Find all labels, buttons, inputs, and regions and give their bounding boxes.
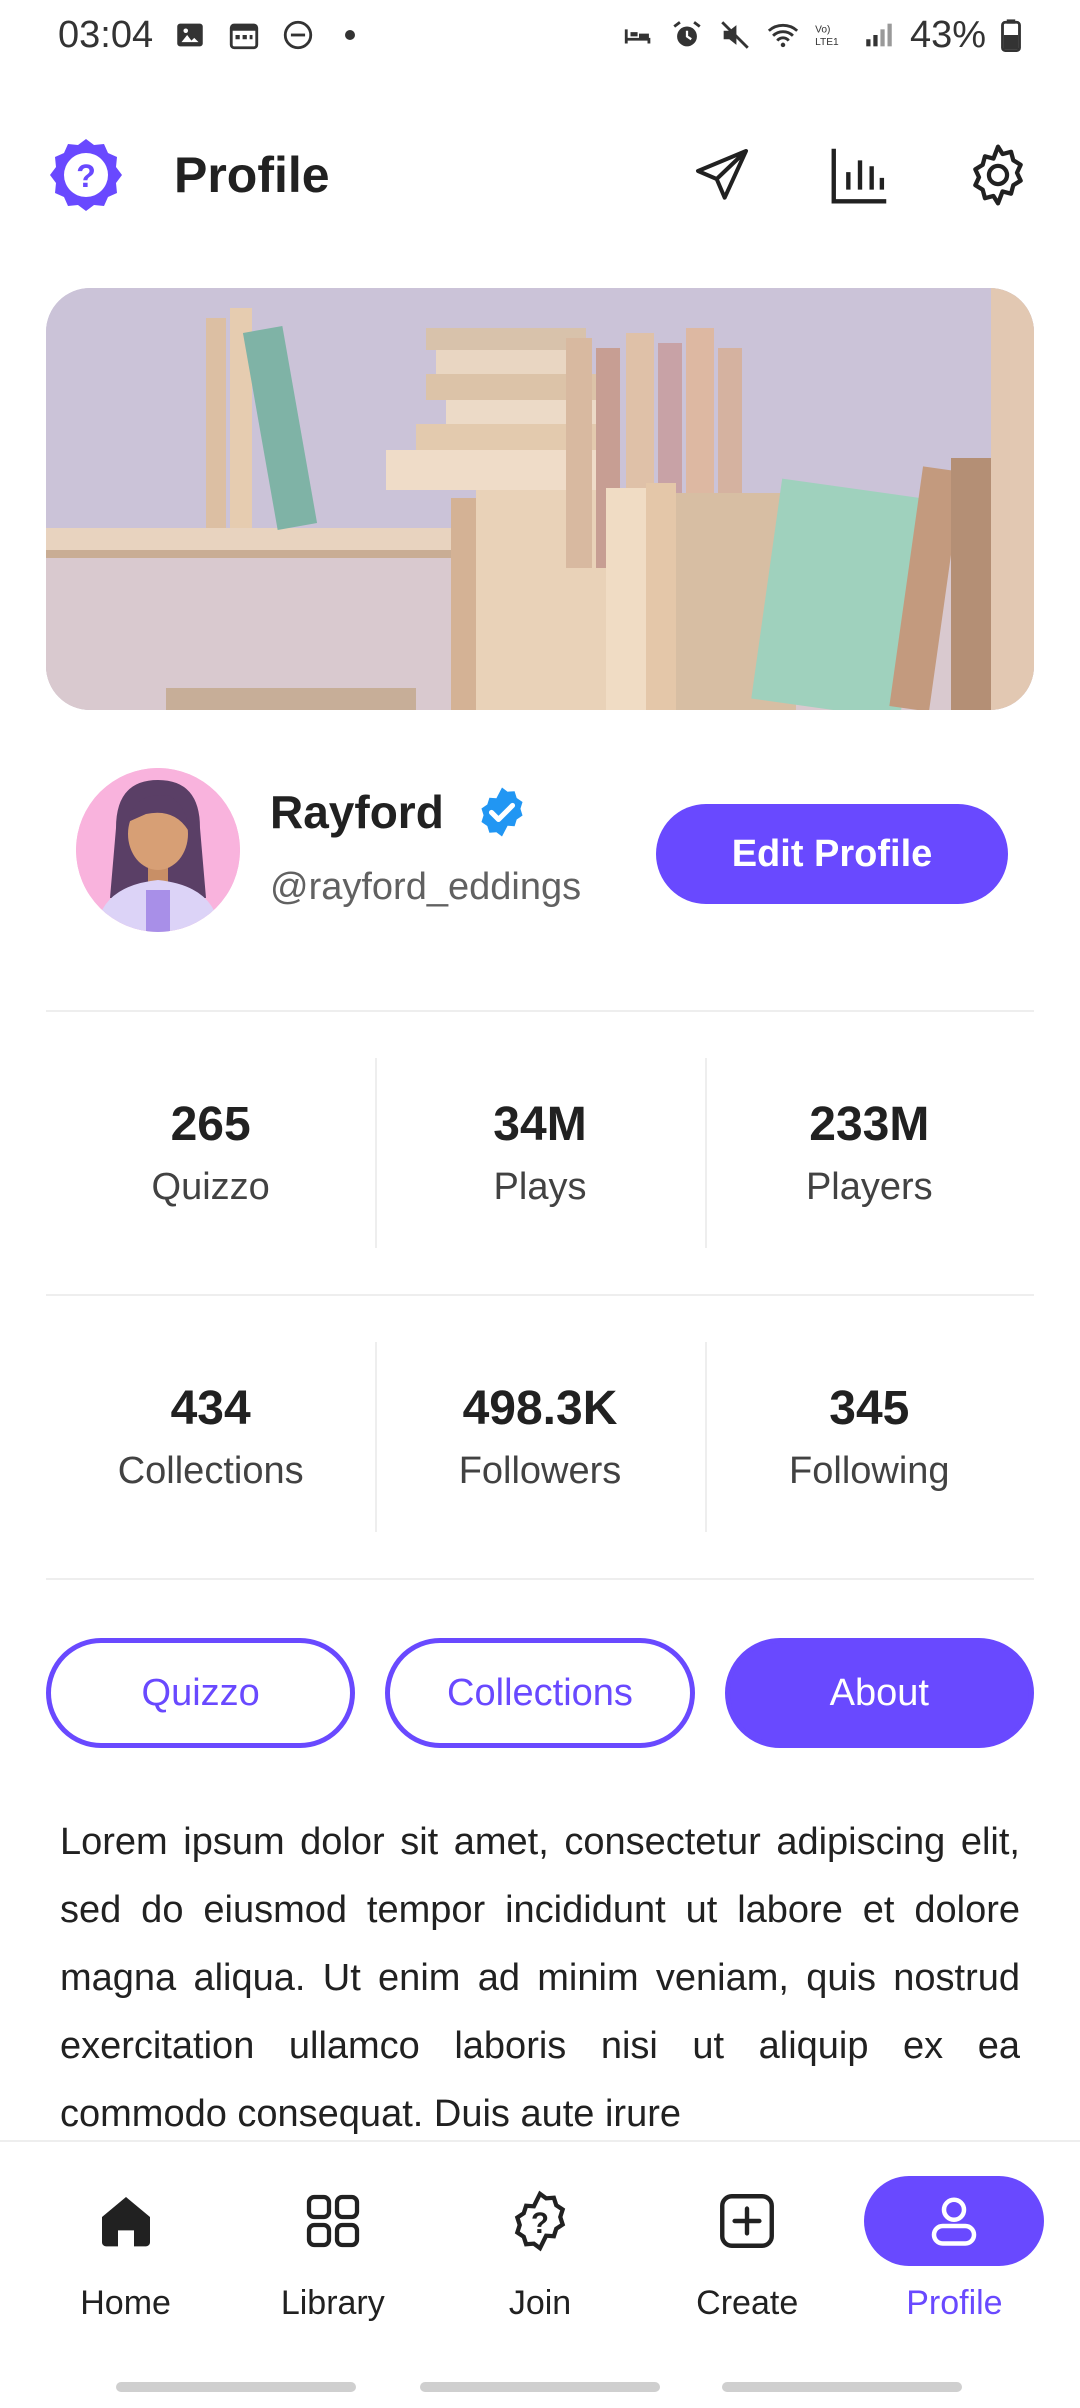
dnd-icon bbox=[283, 20, 313, 50]
edit-profile-button[interactable]: Edit Profile bbox=[656, 804, 1008, 904]
divider bbox=[46, 1578, 1034, 1580]
username: @rayford_eddings bbox=[270, 866, 582, 908]
stat-value: 434 bbox=[170, 1382, 251, 1435]
home-icon bbox=[101, 2197, 150, 2247]
calendar-notification-icon bbox=[229, 23, 259, 50]
stat-label: Followers bbox=[458, 1450, 622, 1492]
stat-value: 233M bbox=[809, 1098, 930, 1151]
profile-screen: 03:04 Vo) LTE1 43% ? Profile Rayford @ra… bbox=[0, 0, 1080, 2408]
stat-followers[interactable]: 498.3K Followers bbox=[375, 1324, 704, 1550]
nav-create[interactable]: Create bbox=[644, 2176, 851, 2340]
stat-label: Players bbox=[805, 1166, 933, 1208]
tab-collections[interactable]: Collections bbox=[385, 1638, 695, 1748]
mute-icon bbox=[721, 21, 749, 49]
nav-home[interactable]: Home bbox=[22, 2176, 229, 2340]
about-text: Lorem ipsum dolor sit amet, consectetur … bbox=[60, 1821, 1020, 2135]
quiz-badge-icon: ? bbox=[514, 2190, 566, 2252]
send-button[interactable] bbox=[686, 139, 758, 211]
profile-info: Rayford @rayford_eddings Edit Profile bbox=[0, 760, 1080, 940]
stat-label: Following bbox=[789, 1450, 950, 1492]
user-icon bbox=[932, 2197, 977, 2246]
more-notifications-dot bbox=[345, 30, 356, 40]
signal-icon bbox=[866, 23, 892, 47]
stats-row-primary: 265 Quizzo 34M Plays 233M Players bbox=[46, 1040, 1034, 1266]
app-logo-icon: ? bbox=[50, 139, 122, 211]
stat-value: 498.3K bbox=[462, 1382, 618, 1435]
stat-value: 345 bbox=[829, 1382, 910, 1435]
nav-label: Create bbox=[696, 2284, 799, 2322]
tab-quizzo[interactable]: Quizzo bbox=[46, 1638, 356, 1748]
image-notification-icon bbox=[177, 23, 203, 47]
stat-value: 34M bbox=[493, 1098, 587, 1151]
stat-label: Plays bbox=[493, 1166, 587, 1208]
battery-percent: 43% bbox=[909, 13, 986, 56]
settings-button[interactable] bbox=[962, 139, 1034, 211]
app-header: ? Profile bbox=[0, 120, 1080, 230]
stat-players[interactable]: 233M Players bbox=[704, 1040, 1034, 1266]
plus-square-icon bbox=[720, 2194, 775, 2248]
alarm-icon bbox=[673, 21, 701, 47]
status-time: 03:04 bbox=[58, 13, 154, 56]
send-icon bbox=[696, 149, 748, 200]
stat-value: 265 bbox=[170, 1098, 251, 1151]
svg-text:Vo): Vo) bbox=[815, 25, 830, 36]
nav-label: Profile bbox=[906, 2284, 1003, 2322]
stat-collections[interactable]: 434 Collections bbox=[46, 1324, 375, 1550]
stat-label: Quizzo bbox=[151, 1166, 270, 1208]
divider bbox=[46, 1294, 1034, 1296]
page-title: Profile bbox=[174, 147, 330, 203]
avatar-illustration bbox=[76, 768, 240, 932]
divider bbox=[46, 1010, 1034, 1012]
svg-text:?: ? bbox=[531, 2207, 549, 2240]
nav-label: Library bbox=[280, 2284, 385, 2322]
profile-tabs: Quizzo Collections About bbox=[46, 1638, 1034, 1748]
bar-chart-icon bbox=[831, 148, 887, 204]
svg-text:?: ? bbox=[76, 158, 96, 194]
stat-label: Collections bbox=[117, 1450, 304, 1492]
tab-about[interactable]: About bbox=[724, 1638, 1034, 1748]
volte-icon: Vo)LTE1 bbox=[815, 25, 839, 48]
nav-label: Home bbox=[80, 2284, 171, 2322]
stat-quizzo[interactable]: 265 Quizzo bbox=[46, 1040, 375, 1266]
profile-banner-image bbox=[46, 288, 1034, 710]
system-nav-indicator bbox=[722, 2382, 962, 2392]
stats-row-secondary: 434 Collections 498.3K Followers 345 Fol… bbox=[46, 1324, 1034, 1550]
nav-label: Join bbox=[508, 2284, 572, 2322]
gear-icon bbox=[973, 144, 1023, 206]
avatar[interactable] bbox=[76, 768, 240, 932]
wifi-icon bbox=[767, 23, 799, 48]
status-bar: 03:04 Vo) LTE1 43% bbox=[0, 0, 1080, 70]
stat-plays[interactable]: 34M Plays bbox=[375, 1040, 704, 1266]
verified-badge-icon bbox=[481, 787, 523, 837]
bookshelf-illustration bbox=[46, 288, 1034, 710]
display-name: Rayford bbox=[270, 786, 444, 838]
battery-icon bbox=[1001, 19, 1021, 52]
statistics-button[interactable] bbox=[824, 139, 896, 211]
nav-library[interactable]: Library bbox=[229, 2176, 436, 2340]
nav-profile[interactable]: Profile bbox=[851, 2176, 1058, 2340]
grid-icon bbox=[306, 2194, 359, 2248]
stat-following[interactable]: 345 Following bbox=[704, 1324, 1034, 1550]
bed-icon bbox=[624, 29, 651, 44]
nav-join[interactable]: ? Join bbox=[436, 2176, 643, 2340]
svg-text:LTE1: LTE1 bbox=[815, 37, 839, 48]
system-nav-indicator bbox=[116, 2382, 356, 2392]
bottom-navigation: Home Library ? Join Create Profile bbox=[0, 2140, 1080, 2340]
system-nav-indicator bbox=[420, 2382, 660, 2392]
